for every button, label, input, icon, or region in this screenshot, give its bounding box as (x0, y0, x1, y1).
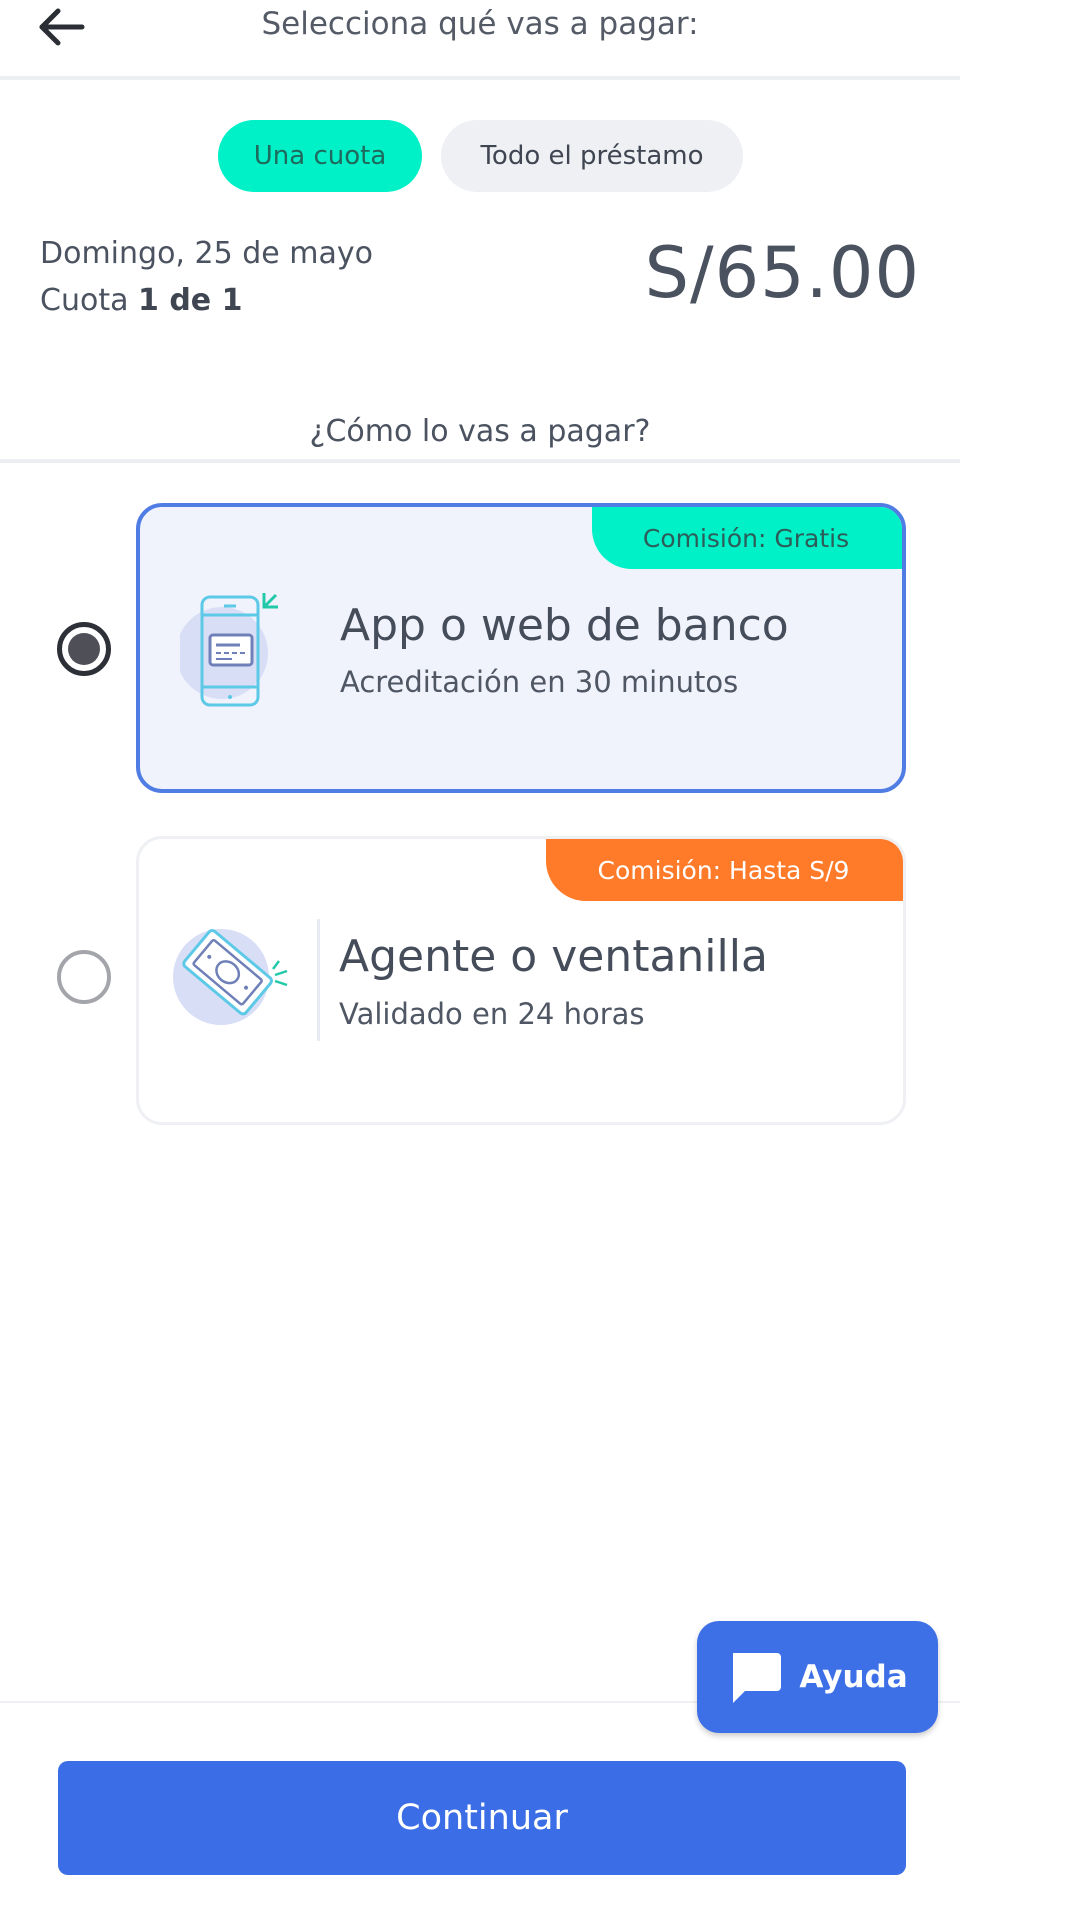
option-divider (317, 919, 320, 1041)
installment-count: Cuota 1 de 1 (40, 283, 242, 318)
chat-bubble-icon (733, 1653, 782, 1703)
installment-count-prefix: Cuota (40, 283, 138, 318)
amount-due: S/65.00 (644, 232, 920, 314)
commission-badge: Comisión: Gratis (592, 507, 902, 569)
payment-question: ¿Cómo lo vas a pagar? (309, 414, 651, 449)
option-subtitle: Validado en 24 horas (339, 997, 645, 1031)
question-divider (0, 459, 960, 463)
radio-bank-app[interactable] (57, 622, 111, 676)
help-label: Ayuda (799, 1659, 908, 1695)
page-title: Selecciona qué vas a pagar: (261, 6, 699, 42)
cash-bill-icon (169, 915, 299, 1039)
commission-badge: Comisión: Hasta S/9 (546, 839, 903, 901)
tab-todo-el-prestamo[interactable]: Todo el préstamo (441, 120, 743, 192)
due-date: Domingo, 25 de mayo (40, 236, 373, 271)
option-subtitle: Acreditación en 30 minutos (340, 665, 739, 699)
header-divider (0, 76, 960, 80)
radio-agent[interactable] (57, 950, 111, 1004)
payment-option-bank-app[interactable]: Comisión: Gratis App o web de banco Acre… (136, 503, 906, 793)
help-button[interactable]: Ayuda (697, 1621, 938, 1733)
mobile-banking-icon (176, 575, 290, 719)
option-title: Agente o ventanilla (339, 931, 768, 982)
radio-selected-dot (68, 633, 100, 665)
continue-button[interactable]: Continuar (58, 1761, 906, 1875)
installment-count-value: 1 de 1 (138, 283, 243, 318)
tab-una-cuota[interactable]: Una cuota (218, 120, 422, 192)
payment-option-agent[interactable]: Comisión: Hasta S/9 Agente o ventanilla … (136, 836, 906, 1125)
option-title: App o web de banco (340, 600, 789, 651)
